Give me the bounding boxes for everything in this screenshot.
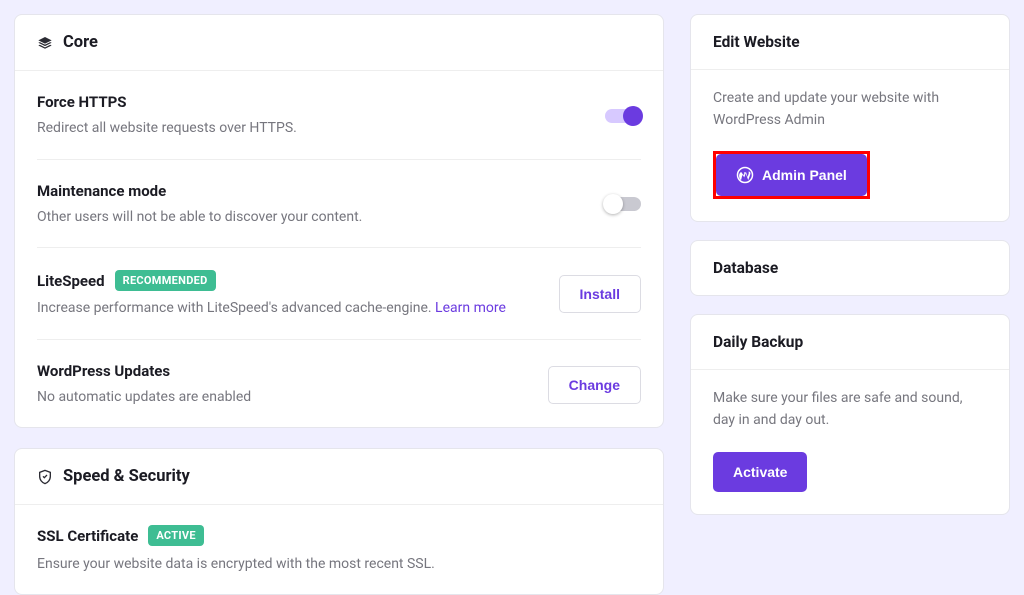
maintenance-title: Maintenance mode: [37, 182, 362, 200]
maintenance-toggle[interactable]: [605, 197, 641, 211]
active-badge: ACTIVE: [148, 525, 204, 546]
admin-panel-label: Admin Panel: [762, 167, 847, 183]
database-card: Database: [690, 240, 1010, 296]
ssl-title: SSL Certificate: [37, 527, 138, 545]
litespeed-desc: Increase performance with LiteSpeed's ad…: [37, 300, 435, 316]
speed-heading: Speed & Security: [63, 467, 190, 486]
learn-more-link[interactable]: Learn more: [435, 300, 506, 316]
force-https-desc: Redirect all website requests over HTTPS…: [37, 119, 297, 139]
daily-backup-heading: Daily Backup: [691, 315, 1009, 370]
core-panel: Core Force HTTPS Redirect all website re…: [14, 14, 664, 428]
admin-panel-button[interactable]: Admin Panel: [716, 154, 867, 196]
litespeed-title: LiteSpeed: [37, 272, 105, 290]
maintenance-desc: Other users will not be able to discover…: [37, 208, 362, 228]
wp-updates-title: WordPress Updates: [37, 362, 251, 380]
speed-security-panel: Speed & Security SSL Certificate ACTIVE …: [14, 448, 664, 595]
daily-backup-card: Daily Backup Make sure your files are sa…: [690, 314, 1010, 514]
daily-backup-desc: Make sure your files are safe and sound,…: [713, 388, 987, 431]
core-heading: Core: [63, 33, 98, 52]
admin-panel-highlight: Admin Panel: [713, 151, 870, 199]
litespeed-row: LiteSpeed RECOMMENDED Increase performan…: [37, 248, 641, 340]
edit-website-heading: Edit Website: [691, 15, 1009, 70]
activate-button[interactable]: Activate: [713, 452, 807, 492]
force-https-toggle[interactable]: [605, 109, 641, 123]
install-button[interactable]: Install: [559, 275, 641, 313]
maintenance-mode-row: Maintenance mode Other users will not be…: [37, 160, 641, 249]
recommended-badge: RECOMMENDED: [115, 270, 216, 291]
edit-website-card: Edit Website Create and update your webs…: [690, 14, 1010, 222]
ssl-desc: Ensure your website data is encrypted wi…: [37, 556, 641, 572]
force-https-title: Force HTTPS: [37, 93, 297, 111]
speed-panel-header: Speed & Security: [15, 449, 663, 505]
shield-icon: [37, 469, 53, 485]
wp-updates-row: WordPress Updates No automatic updates a…: [37, 340, 641, 428]
force-https-row: Force HTTPS Redirect all website request…: [37, 71, 641, 160]
layers-icon: [37, 35, 53, 51]
wordpress-icon: [736, 166, 754, 184]
database-heading: Database: [691, 241, 1009, 295]
edit-website-desc: Create and update your website with Word…: [713, 88, 987, 131]
sidebar-column: Edit Website Create and update your webs…: [690, 14, 1010, 595]
change-button[interactable]: Change: [548, 366, 641, 404]
wp-updates-desc: No automatic updates are enabled: [37, 388, 251, 408]
core-panel-header: Core: [15, 15, 663, 71]
